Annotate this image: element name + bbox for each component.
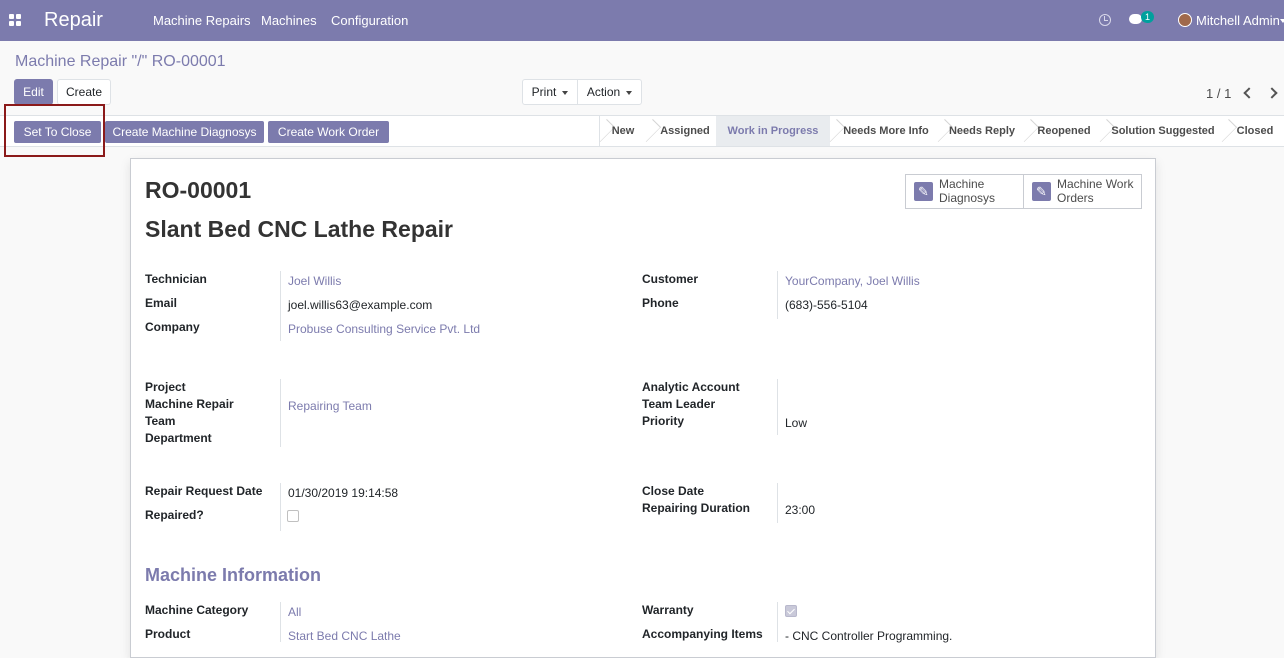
repaired-checkbox[interactable]	[287, 510, 299, 522]
breadcrumb[interactable]: Machine Repair "/" RO-00001	[15, 53, 226, 71]
user-menu-caret-icon[interactable]	[1280, 19, 1284, 23]
menu-configuration[interactable]: Configuration	[331, 13, 408, 28]
stage-reopened[interactable]: Reopened	[1028, 116, 1100, 146]
accompanying-items-field[interactable]: - CNC Controller Programming.	[785, 629, 952, 643]
action-label: Action	[586, 85, 621, 99]
analytic-account-label: Analytic Account	[642, 380, 740, 394]
edit-button[interactable]: Edit	[14, 79, 53, 105]
repair-team-field[interactable]: Repairing Team	[288, 399, 372, 413]
section-machine-information: Machine Information	[145, 565, 322, 585]
repairing-duration-label: Repairing Duration	[642, 501, 751, 515]
create-work-order-button[interactable]: Create Work Order	[268, 121, 389, 143]
create-machine-diagnosys-button[interactable]: Create Machine Diagnosys	[105, 121, 264, 143]
print-label: Print	[531, 85, 557, 99]
menu-machine-repairs[interactable]: Machine Repairs	[153, 13, 251, 28]
machine-diagnosys-smart-button[interactable]: ✎ Machine Diagnosys	[905, 174, 1024, 209]
warranty-label: Warranty	[642, 603, 694, 617]
highlight-box	[4, 104, 105, 157]
stage-work-in-progress[interactable]: Work in Progress	[716, 116, 830, 146]
user-menu[interactable]: Mitchell Admin	[1196, 13, 1280, 28]
warranty-checkbox[interactable]	[785, 605, 797, 617]
pencil-icon: ✎	[1032, 182, 1051, 201]
stage-solution-suggested[interactable]: Solution Suggested	[1104, 116, 1222, 146]
smart-button-label: Machine Diagnosys	[939, 177, 996, 205]
chevron-right-icon[interactable]	[1267, 86, 1279, 100]
accompanying-items-label: Accompanying Items	[642, 627, 763, 641]
stage-needs-more-info[interactable]: Needs More Info	[834, 116, 938, 146]
stage-needs-reply[interactable]: Needs Reply	[942, 116, 1022, 146]
apps-menu-icon[interactable]	[9, 14, 21, 26]
phone-label: Phone	[642, 296, 679, 310]
action-dropdown[interactable]: Action	[577, 79, 642, 105]
chevron-down-icon	[562, 90, 569, 95]
company-field[interactable]: Probuse Consulting Service Pvt. Ltd	[288, 322, 480, 336]
repair-request-date-field[interactable]: 01/30/2019 19:14:58	[288, 486, 398, 500]
phone-field[interactable]: (683)-556-5104	[785, 298, 868, 312]
machine-category-label: Machine Category	[145, 603, 249, 617]
customer-field[interactable]: YourCompany, Joel Willis	[785, 274, 920, 288]
chevron-left-icon[interactable]	[1242, 86, 1254, 100]
company-label: Company	[145, 320, 200, 334]
record-title: Slant Bed CNC Lathe Repair	[145, 216, 453, 242]
machine-repair-team-label: Machine Repair Team	[145, 397, 234, 428]
app-name[interactable]: Repair	[44, 9, 103, 32]
priority-field[interactable]: Low	[785, 416, 807, 430]
stage-closed[interactable]: Closed	[1226, 116, 1284, 146]
pencil-icon: ✎	[914, 182, 933, 201]
product-field[interactable]: Start Bed CNC Lathe	[288, 629, 401, 643]
statusbar: Set To Close Create Machine Diagnosys Cr…	[0, 115, 1284, 147]
machine-category-field[interactable]: All	[288, 605, 301, 619]
technician-field[interactable]: Joel Willis	[288, 274, 341, 288]
close-date-label: Close Date	[642, 484, 705, 498]
pager-value[interactable]: 1 / 1	[1206, 86, 1231, 101]
print-dropdown[interactable]: Print	[522, 79, 578, 105]
email-label: Email	[145, 296, 178, 310]
smart-button-label: Machine Work Orders	[1057, 177, 1134, 205]
menu-machines[interactable]: Machines	[261, 13, 317, 28]
create-button[interactable]: Create	[57, 79, 111, 105]
machine-work-orders-smart-button[interactable]: ✎ Machine Work Orders	[1023, 174, 1142, 209]
team-leader-label: Team Leader	[642, 397, 716, 411]
user-avatar[interactable]	[1178, 13, 1192, 27]
repaired-label: Repaired?	[145, 508, 204, 522]
department-label: Department	[145, 431, 212, 445]
product-label: Product	[145, 627, 191, 641]
technician-label: Technician	[145, 272, 207, 286]
customer-label: Customer	[642, 272, 699, 286]
chat-count-badge: 1	[1141, 11, 1154, 23]
repairing-duration-field[interactable]: 23:00	[785, 503, 815, 517]
chevron-down-icon	[626, 90, 633, 95]
email-field[interactable]: joel.willis63@example.com	[288, 298, 432, 312]
record-reference: RO-00001	[145, 177, 252, 203]
activity-clock-icon[interactable]	[1099, 14, 1111, 26]
stage-assigned[interactable]: Assigned	[650, 116, 720, 146]
top-navbar: Repair Machine Repairs Machines Configur…	[0, 0, 1284, 41]
priority-label: Priority	[642, 414, 685, 428]
repair-request-date-label: Repair Request Date	[145, 484, 263, 498]
project-label: Project	[145, 380, 186, 394]
